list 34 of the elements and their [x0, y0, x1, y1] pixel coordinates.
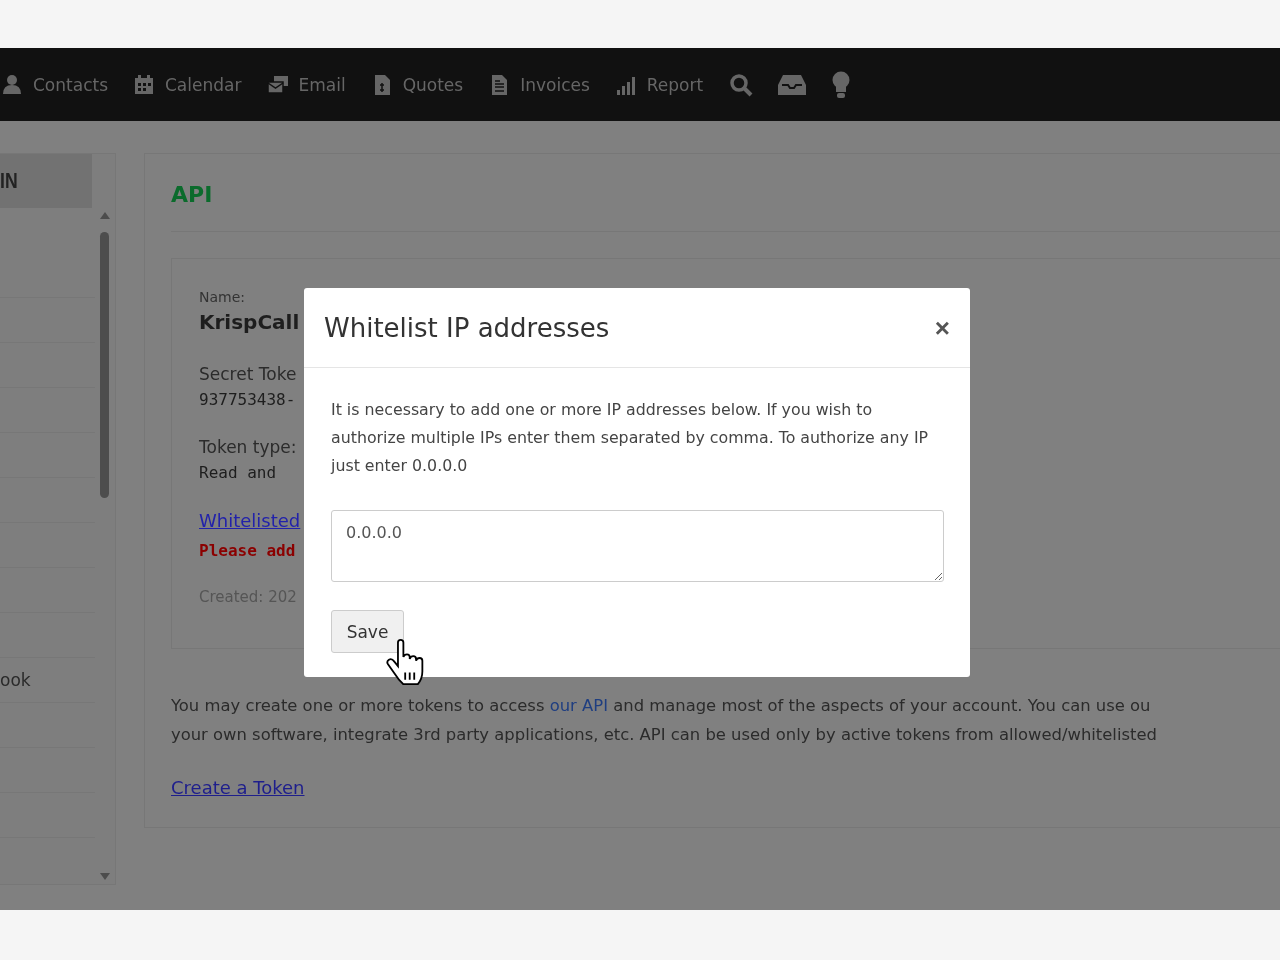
warning-text: Please add: [199, 541, 296, 560]
person-icon: [2, 73, 24, 96]
nav-item[interactable]: Report: [615, 73, 716, 96]
envelope-icon: [267, 73, 290, 96]
nav-item[interactable]: Contacts: [2, 73, 120, 96]
ip-address-field[interactable]: 0.0.0.0: [331, 510, 944, 582]
intro-paragraph: You may create one or more tokens to access our API and manage most of the aspects of your account. You can use ou your own software, integrate 3rd party applications, etc. API can be used only by active tokens from allowed/whitelisted: [171, 695, 1158, 746]
sidebar-title: IN: [0, 168, 18, 194]
scroll-up-icon[interactable]: [99, 210, 111, 220]
inbox-icon[interactable]: [777, 73, 808, 96]
nav-item[interactable]: Calendar: [134, 73, 254, 96]
lightbulb-icon[interactable]: [831, 70, 852, 99]
field-label: Secret Toke: [199, 364, 297, 384]
close-button[interactable]: ×: [934, 314, 950, 341]
api-link[interactable]: our API: [549, 696, 608, 715]
field-label: Token type:: [199, 437, 297, 457]
whitelist-link[interactable]: Whitelisted: [199, 510, 301, 531]
sidebar-item[interactable]: ook: [0, 670, 31, 690]
dialog-message: It is necessary to add one or more IP addresses below. If you wish to authorize multiple IPs enter them separated by comma. To authorize any IP just enter 0.0.0.0: [331, 399, 930, 477]
field-label: Name:: [199, 289, 246, 305]
search-icon[interactable]: [729, 72, 754, 97]
scrollbar-thumb[interactable]: [100, 232, 109, 498]
create-token-link[interactable]: Create a Token: [171, 777, 305, 798]
page-title: API: [171, 182, 213, 207]
save-button[interactable]: Save: [331, 610, 404, 653]
nav-item[interactable]: Invoices: [489, 73, 602, 96]
calendar-icon: [134, 73, 156, 96]
scroll-down-icon[interactable]: [99, 872, 111, 882]
nav-item[interactable]: Quotes: [371, 73, 476, 96]
secret-token: 937753438-: [199, 390, 296, 409]
nav-item[interactable]: Email: [267, 73, 358, 96]
token-type: Read and: [199, 463, 277, 482]
token-name: KrispCall: [199, 310, 300, 334]
dialog-title: Whitelist IP addresses: [324, 312, 610, 343]
